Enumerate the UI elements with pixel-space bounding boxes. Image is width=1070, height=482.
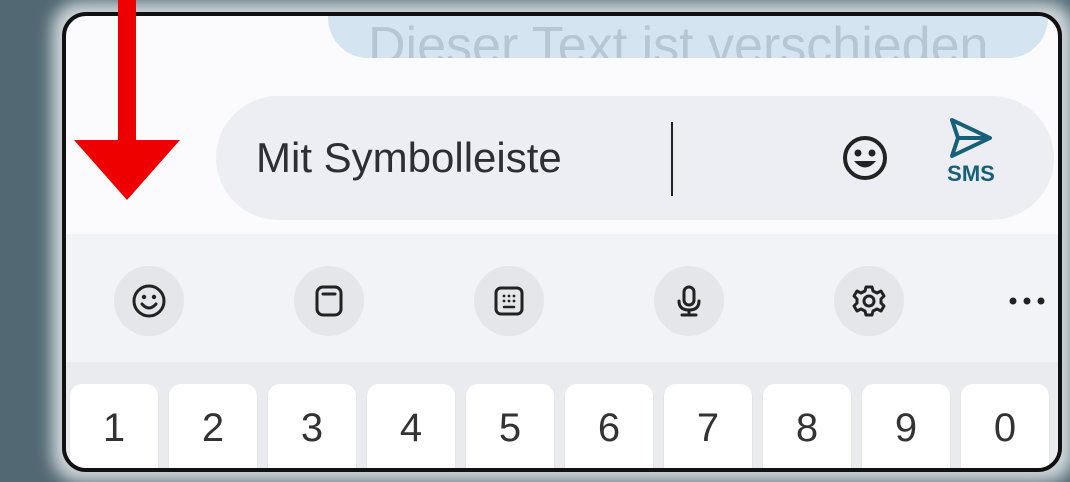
toolbar-settings-button[interactable] (834, 266, 904, 336)
message-input[interactable]: Mit Symbolleiste (256, 134, 562, 182)
toolbar-more-button[interactable] (1002, 266, 1052, 336)
text-cursor (671, 122, 673, 196)
send-icon (950, 118, 992, 158)
toolbar-keypad-button[interactable] (474, 266, 544, 336)
toolbar-emoji-button[interactable] (114, 266, 184, 336)
message-bubble: Dieser Text ist verschieden (328, 16, 1048, 58)
key-6[interactable]: 6 (565, 384, 653, 468)
compose-bar: Mit Symbolleiste SMS (216, 96, 1054, 220)
key-5[interactable]: 5 (466, 384, 554, 468)
send-button[interactable]: SMS (938, 116, 1004, 206)
key-4[interactable]: 4 (367, 384, 455, 468)
gear-icon (852, 285, 886, 317)
keyboard-number-row: 1 2 3 4 5 6 7 8 9 0 (66, 362, 1058, 468)
toolbar-voice-button[interactable] (654, 266, 724, 336)
key-3[interactable]: 3 (268, 384, 356, 468)
key-0[interactable]: 0 (961, 384, 1049, 468)
message-bubble-text: Dieser Text ist verschieden (368, 17, 989, 58)
phone-screen: Dieser Text ist verschieden Mit Symbolle… (62, 12, 1062, 472)
key-2[interactable]: 2 (169, 384, 257, 468)
keypad-icon (494, 286, 524, 316)
more-icon (1009, 297, 1045, 305)
keyboard-toolbar (66, 234, 1058, 362)
send-label: SMS (947, 161, 995, 186)
toolbar-clipboard-button[interactable] (294, 266, 364, 336)
key-1[interactable]: 1 (70, 384, 158, 468)
clipboard-icon (315, 285, 343, 317)
down-arrow-icon (74, 0, 180, 200)
emoji-icon (132, 284, 166, 318)
key-9[interactable]: 9 (862, 384, 950, 468)
key-7[interactable]: 7 (664, 384, 752, 468)
microphone-icon (677, 285, 701, 317)
key-8[interactable]: 8 (763, 384, 851, 468)
smiley-icon[interactable] (841, 134, 889, 182)
